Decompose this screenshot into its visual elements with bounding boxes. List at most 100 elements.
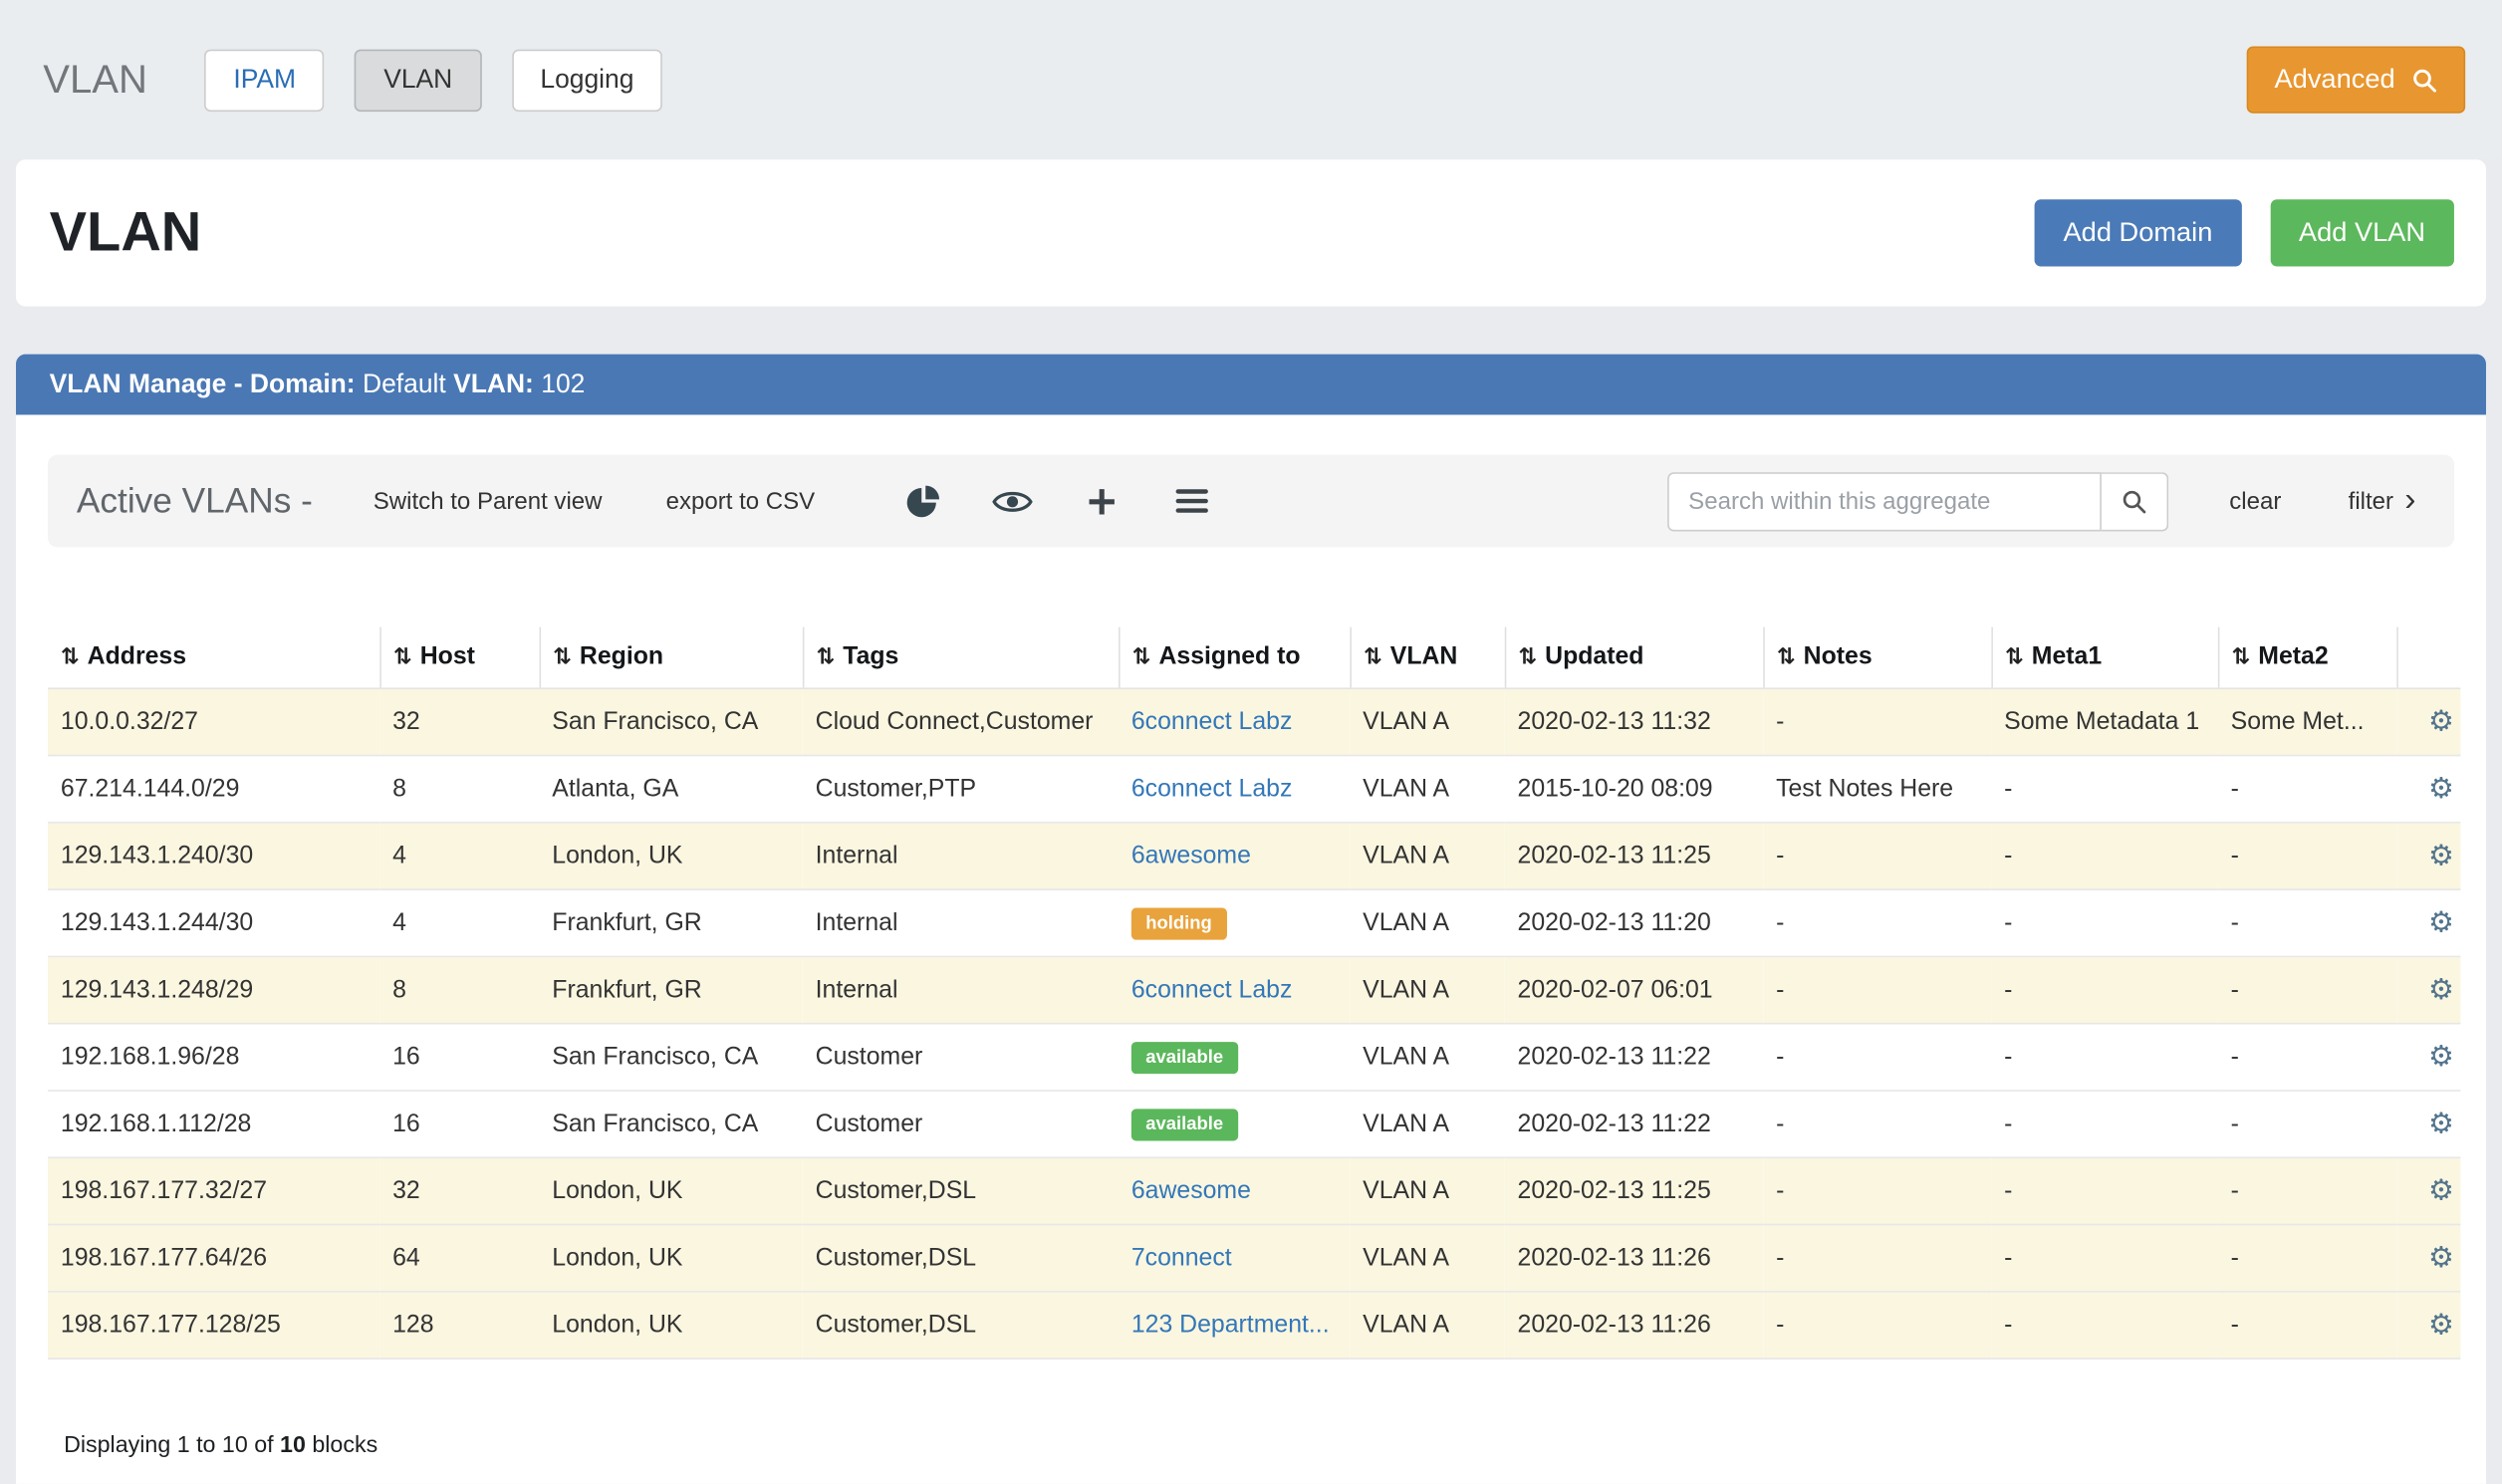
- column-header-vlan[interactable]: ⇅VLAN: [1350, 627, 1504, 689]
- cell-assigned: 7connect: [1119, 1225, 1350, 1292]
- column-header-host[interactable]: ⇅Host: [379, 627, 539, 689]
- assigned-link[interactable]: 6awesome: [1131, 842, 1251, 868]
- panel-header: VLAN Manage - Domain: Default VLAN: 102: [16, 355, 2486, 415]
- cell-actions: ⚙: [2396, 823, 2460, 889]
- column-header-address[interactable]: ⇅Address: [48, 627, 379, 689]
- add-domain-button[interactable]: Add Domain: [2035, 199, 2242, 266]
- column-header-updated[interactable]: ⇅Updated: [1505, 627, 1764, 689]
- cell-assigned: 6connect Labz: [1119, 956, 1350, 1023]
- cell-host: 8: [379, 756, 539, 823]
- cell-notes: -: [1763, 1157, 1991, 1224]
- cell-vlan: VLAN A: [1350, 688, 1504, 755]
- list-icon[interactable]: [1154, 469, 1228, 533]
- cell-vlan: VLAN A: [1350, 889, 1504, 956]
- gear-icon[interactable]: ⚙: [2428, 1108, 2454, 1139]
- sort-icon: ⇅: [1518, 643, 1537, 669]
- column-header-notes[interactable]: ⇅Notes: [1763, 627, 1991, 689]
- cell-updated: 2020-02-13 11:26: [1505, 1292, 1764, 1359]
- search-input[interactable]: [1667, 471, 2102, 530]
- assigned-link[interactable]: 6connect Labz: [1131, 708, 1293, 735]
- cell-notes: -: [1763, 1292, 1991, 1359]
- cell-meta1: -: [1991, 1091, 2217, 1157]
- cell-updated: 2015-10-20 08:09: [1505, 756, 1764, 823]
- pie-chart-icon[interactable]: [886, 469, 960, 533]
- header-buttons: Add Domain Add VLAN: [2035, 199, 2454, 266]
- toolbar: Active VLANs - Switch to Parent view exp…: [48, 455, 2454, 548]
- cell-region: San Francisco, CA: [539, 1091, 802, 1157]
- nav-tabs: IPAM VLAN Logging: [205, 49, 663, 111]
- gear-icon[interactable]: ⚙: [2428, 772, 2454, 804]
- tab-vlan[interactable]: VLAN: [355, 49, 481, 111]
- assigned-link[interactable]: 6connect Labz: [1131, 775, 1293, 802]
- cell-address: 67.214.144.0/29: [48, 756, 379, 823]
- cell-notes: -: [1763, 956, 1991, 1023]
- filter-link[interactable]: filter ›: [2349, 487, 2416, 514]
- advanced-search-button[interactable]: Advanced: [2247, 46, 2465, 113]
- assigned-link[interactable]: 123 Department...: [1131, 1311, 1330, 1338]
- cell-meta2: -: [2218, 956, 2396, 1023]
- cell-vlan: VLAN A: [1350, 823, 1504, 889]
- cell-vlan: VLAN A: [1350, 956, 1504, 1023]
- cell-meta2: -: [2218, 756, 2396, 823]
- sort-icon: ⇅: [393, 643, 412, 669]
- cell-meta1: -: [1991, 1292, 2217, 1359]
- cell-updated: 2020-02-07 06:01: [1505, 956, 1764, 1023]
- panel-title-vlan-id: 102: [541, 370, 585, 398]
- tab-ipam[interactable]: IPAM: [205, 49, 325, 111]
- assigned-link[interactable]: 7connect: [1131, 1244, 1232, 1271]
- eye-icon[interactable]: [976, 469, 1050, 533]
- cell-address: 129.143.1.244/30: [48, 889, 379, 956]
- column-header-meta1[interactable]: ⇅ Meta1: [1991, 627, 2217, 689]
- cell-meta2: -: [2218, 1292, 2396, 1359]
- cell-assigned: 6awesome: [1119, 823, 1350, 889]
- cell-updated: 2020-02-13 11:22: [1505, 1024, 1764, 1091]
- holding-badge: holding: [1131, 907, 1226, 939]
- column-header-assigned-to[interactable]: ⇅Assigned to: [1119, 627, 1350, 689]
- cell-vlan: VLAN A: [1350, 1024, 1504, 1091]
- column-header-region[interactable]: ⇅Region: [539, 627, 802, 689]
- cell-meta1: -: [1991, 1225, 2217, 1292]
- cell-actions: ⚙: [2396, 688, 2460, 755]
- column-header-meta2[interactable]: ⇅Meta2: [2218, 627, 2396, 689]
- cell-meta1: -: [1991, 889, 2217, 956]
- gear-icon[interactable]: ⚙: [2428, 906, 2454, 938]
- gear-icon[interactable]: ⚙: [2428, 1309, 2454, 1341]
- assigned-link[interactable]: 6awesome: [1131, 1177, 1251, 1204]
- cell-assigned: available: [1119, 1091, 1350, 1157]
- column-label: Meta1: [2032, 643, 2102, 670]
- column-header-tags[interactable]: ⇅Tags: [803, 627, 1119, 689]
- cell-region: Atlanta, GA: [539, 756, 802, 823]
- table-row: 192.168.1.96/28 16 San Francisco, CA Cus…: [48, 1024, 2460, 1091]
- pagination-suffix: blocks: [312, 1433, 377, 1459]
- gear-icon[interactable]: ⚙: [2428, 705, 2454, 737]
- cell-assigned: 6connect Labz: [1119, 688, 1350, 755]
- available-badge: available: [1131, 1041, 1238, 1073]
- tab-logging[interactable]: Logging: [512, 49, 663, 111]
- cell-updated: 2020-02-13 11:26: [1505, 1225, 1764, 1292]
- sort-icon: ⇅: [1132, 643, 1151, 669]
- export-csv-link[interactable]: export to CSV: [666, 487, 816, 514]
- switch-parent-view-link[interactable]: Switch to Parent view: [374, 487, 603, 514]
- pagination-total: 10: [280, 1433, 306, 1459]
- cell-assigned: 6connect Labz: [1119, 756, 1350, 823]
- gear-icon[interactable]: ⚙: [2428, 1174, 2454, 1206]
- plus-icon[interactable]: [1066, 469, 1139, 533]
- gear-icon[interactable]: ⚙: [2428, 840, 2454, 871]
- gear-icon[interactable]: ⚙: [2428, 973, 2454, 1005]
- clear-link[interactable]: clear: [2229, 487, 2281, 514]
- cell-region: Frankfurt, GR: [539, 956, 802, 1023]
- cell-updated: 2020-02-13 11:20: [1505, 889, 1764, 956]
- top-navbar: VLAN IPAM VLAN Logging Advanced: [0, 0, 2502, 159]
- cell-address: 129.143.1.240/30: [48, 823, 379, 889]
- cell-assigned: available: [1119, 1024, 1350, 1091]
- sort-icon: ⇅: [2005, 643, 2024, 669]
- cell-meta1: -: [1991, 823, 2217, 889]
- gear-icon[interactable]: ⚙: [2428, 1241, 2454, 1273]
- search-submit-button[interactable]: [2102, 471, 2168, 530]
- cell-meta1: Some Metadata 1: [1991, 688, 2217, 755]
- assigned-link[interactable]: 6connect Labz: [1131, 976, 1293, 1003]
- panel-title-bold-2: VLAN:: [453, 370, 534, 398]
- gear-icon[interactable]: ⚙: [2428, 1041, 2454, 1073]
- panel-title-bold-1: VLAN Manage - Domain:: [50, 370, 356, 398]
- add-vlan-button[interactable]: Add VLAN: [2270, 199, 2454, 266]
